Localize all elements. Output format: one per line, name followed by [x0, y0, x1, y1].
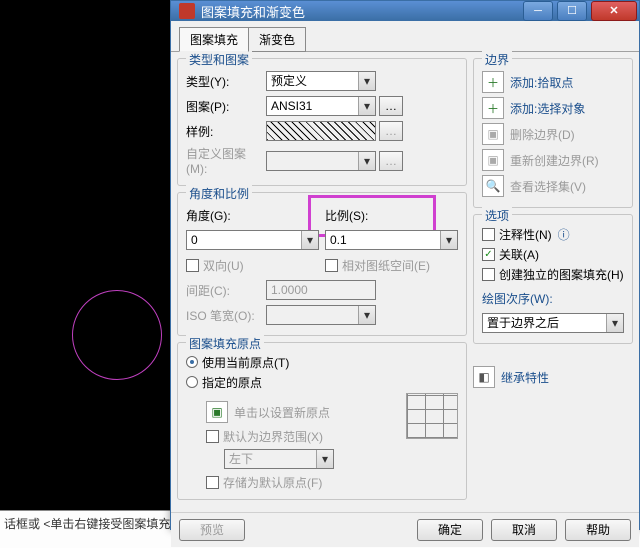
position-select: 左下 — [224, 449, 334, 469]
maximize-button[interactable]: ☐ — [557, 1, 587, 21]
iso-select — [266, 305, 376, 325]
store-default-checkbox: 存储为默认原点(F) — [206, 473, 400, 491]
paper-space-checkbox: 相对图纸空间(E) — [325, 256, 458, 274]
sample-browse-button: … — [379, 121, 403, 141]
app-icon — [179, 3, 195, 19]
add-pick-label: 添加:拾取点 — [510, 74, 573, 91]
checkbox-icon — [206, 476, 219, 489]
recreate-icon: ▣ — [482, 149, 504, 171]
draw-order-label: 绘图次序(W): — [482, 290, 553, 307]
command-hint: 话框或 <单击右键接受图案填充>: — [4, 517, 181, 531]
angle-select[interactable]: 0 — [186, 230, 319, 250]
add-pick-icon: ＋ — [482, 71, 504, 93]
checkbox-icon — [482, 228, 495, 241]
checkbox-icon — [482, 248, 495, 261]
create-sep-label: 创建独立的图案填充(H) — [499, 266, 624, 283]
group-label: 边界 — [482, 51, 512, 68]
custom-label: 自定义图案(M): — [186, 145, 266, 176]
default-bounds-checkbox: 默认为边界范围(X) — [206, 427, 400, 445]
group-angle-scale: 角度和比例 角度(G): 0 比例(S): 0.1 双向(U) — [177, 192, 467, 336]
group-label: 选项 — [482, 207, 512, 224]
create-sep-checkbox[interactable]: 创建独立的图案填充(H) — [482, 265, 624, 283]
ok-button[interactable]: 确定 — [417, 519, 483, 541]
assoc-label: 关联(A) — [499, 246, 539, 263]
double-checkbox: 双向(U) — [186, 256, 319, 274]
inherit-button[interactable]: ◧ 继承特性 — [473, 366, 633, 388]
radio-icon — [186, 376, 198, 388]
type-select[interactable]: 预定义 — [266, 71, 376, 91]
remove-icon: ▣ — [482, 123, 504, 145]
close-button[interactable]: ✕ — [591, 1, 637, 21]
use-current-radio[interactable]: 使用当前原点(T) — [186, 353, 458, 371]
spacing-input: 1.0000 — [266, 280, 376, 300]
pattern-select[interactable]: ANSI31 — [266, 96, 376, 116]
group-label: 图案填充原点 — [186, 335, 264, 352]
origin-preview-swatch — [406, 393, 458, 439]
recreate-boundary-button: ▣ 重新创建边界(R) — [482, 149, 624, 171]
pattern-browse-button[interactable]: … — [379, 96, 403, 116]
circle-entity[interactable] — [72, 290, 162, 380]
sample-label: 样例: — [186, 123, 266, 140]
tab-hatch[interactable]: 图案填充 — [179, 27, 249, 52]
custom-browse-button: … — [379, 151, 403, 171]
spacing-label: 间距(C): — [186, 282, 266, 299]
specified-label: 指定的原点 — [202, 374, 262, 391]
angle-label: 角度(G): — [186, 207, 231, 224]
preview-button: 预览 — [179, 519, 245, 541]
type-label: 类型(Y): — [186, 73, 266, 90]
use-current-label: 使用当前原点(T) — [202, 354, 289, 371]
titlebar[interactable]: 图案填充和渐变色 ─ ☐ ✕ — [171, 1, 639, 21]
tab-row: 图案填充 渐变色 — [171, 21, 639, 52]
hatch-dialog: 图案填充和渐变色 ─ ☐ ✕ 图案填充 渐变色 类型和图案 类型(Y): 预定义… — [170, 0, 640, 530]
paper-label: 相对图纸空间(E) — [342, 257, 430, 274]
checkbox-icon — [482, 268, 495, 281]
help-button[interactable]: 帮助 — [565, 519, 631, 541]
assoc-checkbox[interactable]: 关联(A) — [482, 245, 624, 263]
store-default-label: 存储为默认原点(F) — [223, 474, 322, 491]
cancel-button[interactable]: 取消 — [491, 519, 557, 541]
specified-radio[interactable]: 指定的原点 — [186, 373, 458, 391]
minimize-button[interactable]: ─ — [523, 1, 553, 21]
view-icon: 🔍 — [482, 175, 504, 197]
set-origin-icon: ▣ — [206, 401, 228, 423]
remove-boundary-button: ▣ 删除边界(D) — [482, 123, 624, 145]
view-selection-button: 🔍 查看选择集(V) — [482, 175, 624, 197]
view-label: 查看选择集(V) — [510, 178, 586, 195]
draw-order-select[interactable]: 置于边界之后 — [482, 313, 624, 333]
group-origin: 图案填充原点 使用当前原点(T) 指定的原点 ▣ 单击以设置新原点 — [177, 342, 467, 500]
dialog-footer: 预览 确定 取消 帮助 — [171, 512, 639, 547]
group-label: 类型和图案 — [186, 51, 252, 68]
tab-gradient[interactable]: 渐变色 — [248, 27, 306, 52]
add-pick-button[interactable]: ＋ 添加:拾取点 — [482, 71, 624, 93]
add-select-button[interactable]: ＋ 添加:选择对象 — [482, 97, 624, 119]
radio-icon — [186, 356, 198, 368]
checkbox-icon — [206, 430, 219, 443]
inherit-icon: ◧ — [473, 366, 495, 388]
add-select-icon: ＋ — [482, 97, 504, 119]
scale-select[interactable]: 0.1 — [325, 230, 458, 250]
group-options: 选项 注释性(N) ⓘ 关联(A) 创建独立的图案填充(H) 绘图次序(W): — [473, 214, 633, 344]
recreate-label: 重新创建边界(R) — [510, 152, 599, 169]
add-select-label: 添加:选择对象 — [510, 100, 585, 117]
sample-swatch[interactable] — [266, 121, 376, 141]
pattern-label: 图案(P): — [186, 98, 266, 115]
checkbox-icon — [325, 259, 338, 272]
double-label: 双向(U) — [203, 257, 244, 274]
inherit-label: 继承特性 — [501, 369, 549, 386]
group-type-pattern: 类型和图案 类型(Y): 预定义 图案(P): ANSI31 … 样例: … 自… — [177, 58, 467, 186]
remove-label: 删除边界(D) — [510, 126, 575, 143]
annotative-label: 注释性(N) — [499, 226, 552, 243]
default-bounds-label: 默认为边界范围(X) — [223, 428, 323, 445]
info-icon: ⓘ — [558, 226, 570, 243]
annotative-checkbox[interactable]: 注释性(N) ⓘ — [482, 225, 624, 243]
group-label: 角度和比例 — [186, 185, 252, 202]
scale-label: 比例(S): — [325, 207, 368, 224]
iso-label: ISO 笔宽(O): — [186, 307, 266, 324]
checkbox-icon — [186, 259, 199, 272]
click-set-label: 单击以设置新原点 — [234, 404, 330, 421]
group-boundaries: 边界 ＋ 添加:拾取点 ＋ 添加:选择对象 ▣ 删除边界(D) ▣ 重新创建边界… — [473, 58, 633, 208]
dialog-title: 图案填充和渐变色 — [201, 2, 305, 21]
custom-select — [266, 151, 376, 171]
